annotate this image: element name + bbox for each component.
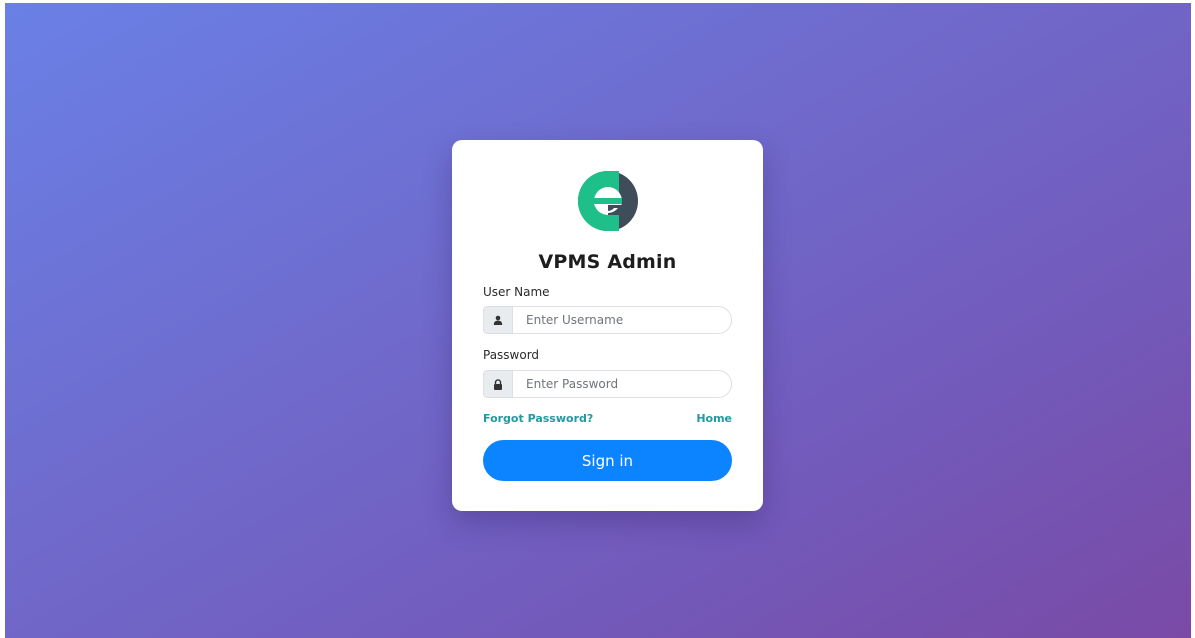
page-background: VPMS Admin User Name Password Forgot Pas… xyxy=(5,3,1191,638)
password-label: Password xyxy=(483,348,540,362)
user-icon xyxy=(484,307,513,333)
forgot-password-link[interactable]: Forgot Password? xyxy=(483,412,593,425)
e-logo-icon xyxy=(578,171,638,231)
home-link[interactable]: Home xyxy=(696,412,732,425)
sign-in-button[interactable]: Sign in xyxy=(483,440,732,481)
login-card: VPMS Admin User Name Password Forgot Pas… xyxy=(452,140,763,511)
username-field[interactable] xyxy=(483,306,732,334)
password-input[interactable] xyxy=(514,371,730,397)
app-title: VPMS Admin xyxy=(538,251,677,273)
username-input[interactable] xyxy=(514,307,730,333)
username-label: User Name xyxy=(483,285,550,299)
password-field[interactable] xyxy=(483,370,732,398)
lock-icon xyxy=(484,371,513,397)
